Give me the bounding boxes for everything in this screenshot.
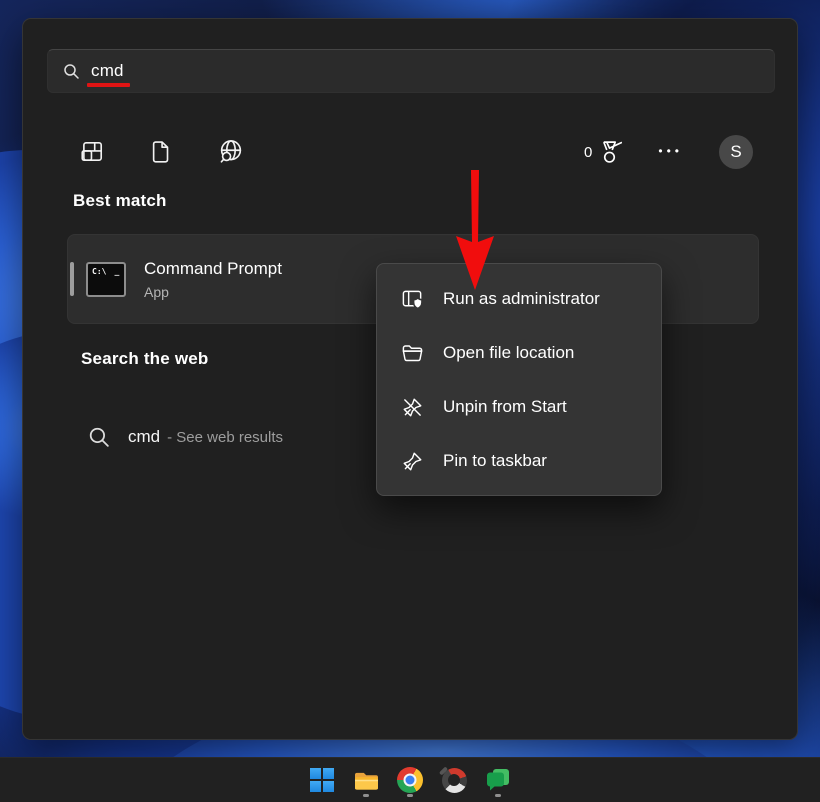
file-explorer-button[interactable] bbox=[353, 761, 380, 799]
rewards-medal-icon bbox=[597, 139, 622, 166]
web-search-query: cmd bbox=[128, 427, 160, 447]
chrome-blue-center bbox=[406, 776, 415, 785]
chrome-icon bbox=[397, 767, 423, 793]
red-underline-annotation bbox=[87, 83, 130, 87]
file-explorer-icon bbox=[353, 769, 380, 792]
documents-filter-icon[interactable] bbox=[148, 139, 174, 165]
running-indicator bbox=[495, 794, 501, 797]
menu-item-label: Run as administrator bbox=[443, 289, 600, 309]
context-menu: Run as administrator Open file location … bbox=[376, 263, 662, 496]
taskbar-icons-group bbox=[309, 761, 512, 799]
windows-logo-pane bbox=[310, 768, 321, 779]
result-subtitle: App bbox=[144, 284, 282, 300]
open-file-location-icon bbox=[401, 342, 424, 365]
menu-item-run-as-administrator[interactable]: Run as administrator bbox=[377, 272, 661, 326]
search-icon bbox=[63, 63, 80, 80]
chat-button[interactable] bbox=[485, 761, 512, 799]
search-the-web-heading: Search the web bbox=[81, 349, 209, 369]
selection-indicator bbox=[70, 262, 74, 296]
menu-item-label: Open file location bbox=[443, 343, 574, 363]
menu-item-unpin-from-start[interactable]: Unpin from Start bbox=[377, 380, 661, 434]
search-flyout-panel: cmd bbox=[22, 18, 798, 740]
result-text-block: Command Prompt App bbox=[144, 259, 282, 300]
pin-icon bbox=[401, 450, 424, 473]
web-search-suffix: - See web results bbox=[167, 429, 283, 446]
chat-icon bbox=[485, 767, 511, 793]
windows-logo-pane bbox=[323, 781, 334, 792]
search-query-text: cmd bbox=[91, 61, 124, 81]
capture-tool-button[interactable] bbox=[441, 761, 468, 799]
search-input[interactable]: cmd bbox=[47, 49, 775, 93]
search-filter-bar: 0 ••• S bbox=[47, 127, 775, 177]
user-avatar[interactable]: S bbox=[719, 135, 753, 169]
run-as-admin-icon bbox=[401, 288, 424, 311]
taskbar bbox=[0, 757, 820, 802]
cmd-icon-body: C:\ _ bbox=[88, 264, 124, 276]
filter-bar-right-group: 0 ••• S bbox=[584, 135, 775, 169]
rewards-button[interactable]: 0 bbox=[584, 139, 622, 166]
chrome-button[interactable] bbox=[397, 761, 424, 799]
capture-tool-center bbox=[448, 774, 460, 786]
windows-logo-pane bbox=[310, 781, 321, 792]
menu-item-label: Unpin from Start bbox=[443, 397, 567, 417]
running-indicator bbox=[407, 794, 413, 797]
windows-logo-pane bbox=[323, 768, 334, 779]
apps-filter-icon[interactable] bbox=[79, 139, 105, 165]
start-button[interactable] bbox=[309, 761, 336, 799]
cmd-icon-prompt-text: C:\ bbox=[92, 267, 106, 276]
more-options-button[interactable]: ••• bbox=[658, 144, 683, 160]
web-search-magnifier-icon bbox=[88, 426, 111, 449]
command-prompt-icon: C:\ _ bbox=[86, 262, 126, 297]
menu-item-open-file-location[interactable]: Open file location bbox=[377, 326, 661, 380]
best-match-heading: Best match bbox=[73, 191, 167, 211]
web-filter-icon[interactable] bbox=[217, 138, 245, 166]
windows-search-screen: cmd bbox=[0, 0, 820, 802]
menu-item-pin-to-taskbar[interactable]: Pin to taskbar bbox=[377, 434, 661, 488]
unpin-icon bbox=[401, 396, 424, 419]
filter-icons-group bbox=[47, 138, 245, 166]
cmd-icon-cursor-text: _ bbox=[114, 267, 119, 276]
running-indicator bbox=[363, 794, 369, 797]
capture-tool-icon bbox=[442, 768, 467, 793]
menu-item-label: Pin to taskbar bbox=[443, 451, 547, 471]
windows-logo-icon bbox=[310, 768, 334, 792]
rewards-count: 0 bbox=[584, 144, 592, 161]
result-title: Command Prompt bbox=[144, 259, 282, 279]
capture-tool-handle bbox=[438, 766, 447, 775]
